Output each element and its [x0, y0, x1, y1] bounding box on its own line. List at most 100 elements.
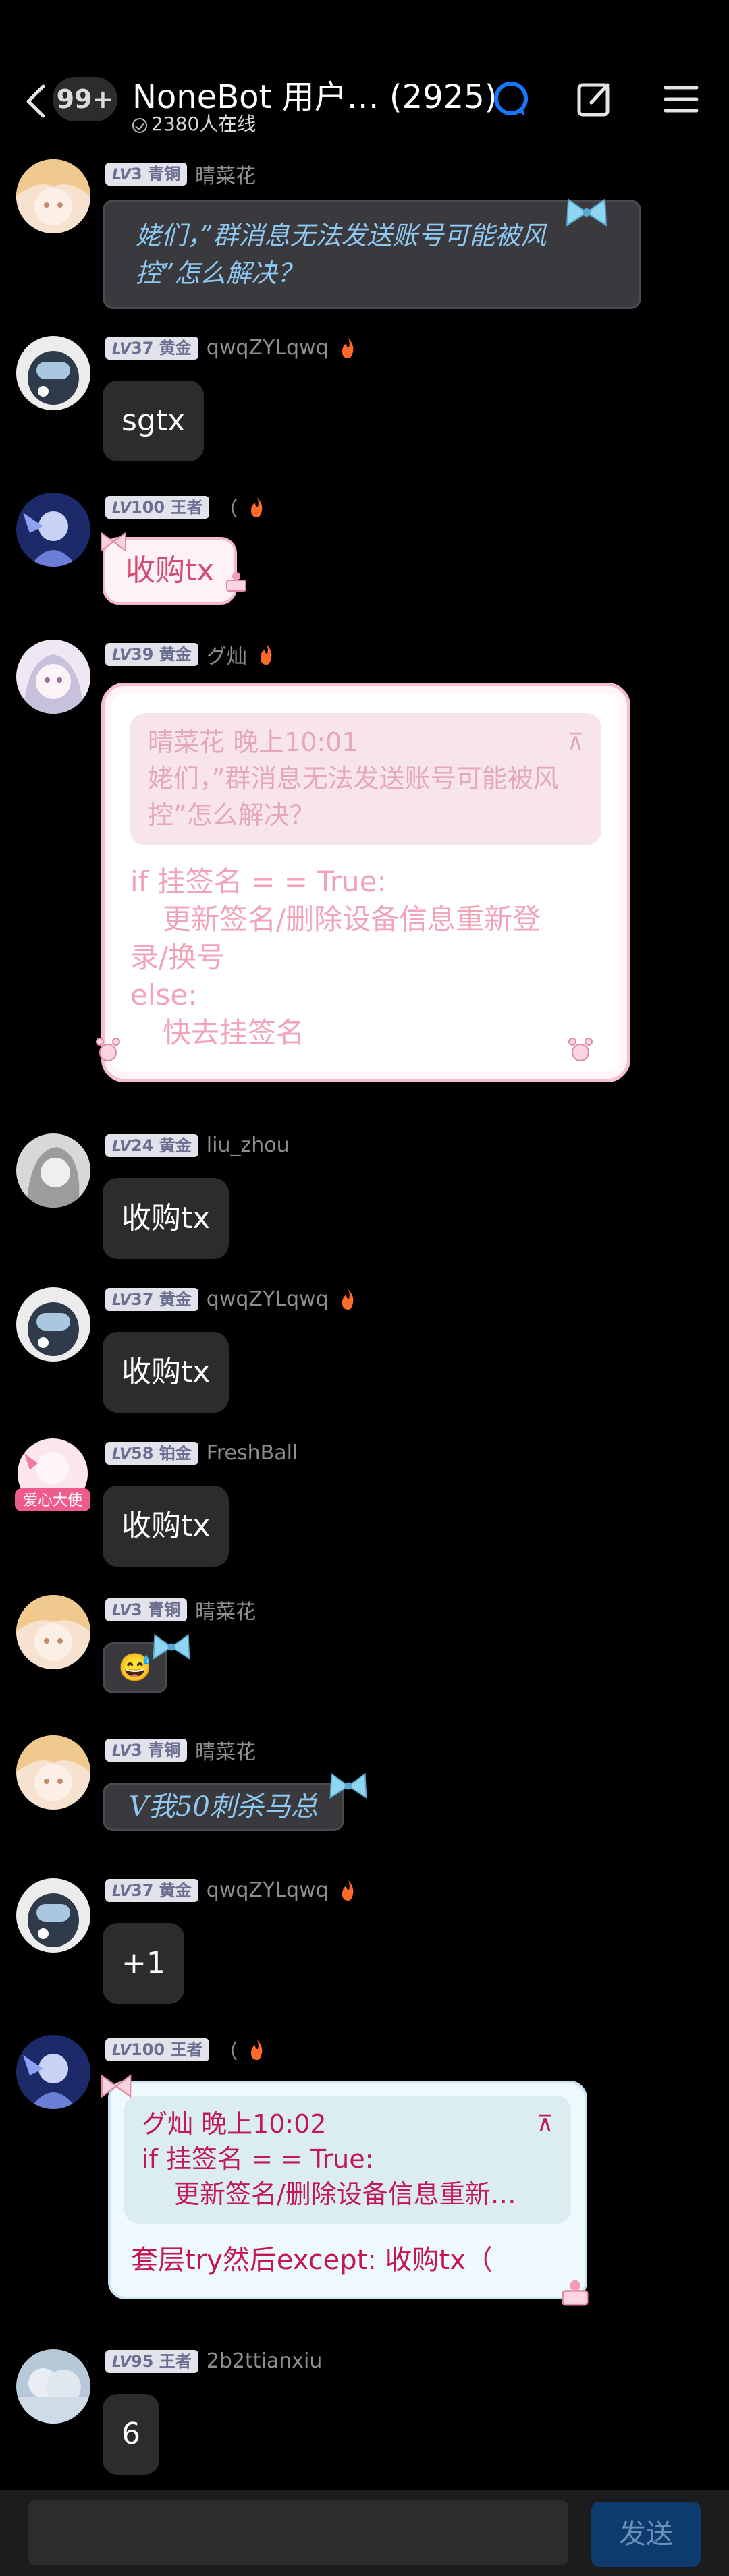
paw-icon [96, 1038, 120, 1061]
sender-name[interactable]: 晴菜花 [195, 1595, 256, 1625]
cake-icon [562, 2280, 589, 2306]
fire-icon [251, 2040, 263, 2060]
message-bubble[interactable]: 晴菜花 晚上10:01 ⊼ 姥们，”群消息无法发送账号可能被风控”怎么解决？ if… [101, 683, 630, 1082]
message-bubble[interactable]: 收购tx [103, 1332, 230, 1413]
avatar[interactable] [16, 2035, 90, 2109]
quote-line: 更新签名/删除设备信息重新… [174, 2179, 516, 2209]
message-bubble[interactable]: 6 [103, 2394, 159, 2475]
sender-meta: LV95 王者 2b2ttianxiu [105, 2349, 322, 2374]
message-text: 收购tx [122, 1201, 211, 1235]
message-text: 6 [122, 2417, 140, 2451]
message-bubble[interactable]: 收购tx [103, 1486, 230, 1567]
level-badge: LV24 黄金 [105, 1133, 198, 1157]
channel-bubble-icon[interactable] [487, 76, 535, 123]
sender-meta: LV37 黄金 qwqZYLqwq [105, 336, 358, 360]
sender-name[interactable]: グ灿 [207, 640, 247, 669]
sender-meta: LV100 王者 （ [105, 2035, 267, 2064]
level-badge: LV37 黄金 [105, 1878, 198, 1902]
bow-icon [153, 1633, 190, 1660]
message-text: 姥们，”群消息无法发送账号可能被风控”怎么解决？ [136, 221, 547, 288]
level-badge: LV39 黄金 [105, 643, 198, 666]
message-bubble[interactable]: +1 [103, 1923, 184, 2004]
fire-icon [260, 644, 272, 665]
level-badge: LV3 青铜 [105, 163, 188, 186]
edit-icon[interactable] [571, 76, 618, 123]
sender-meta: LV58 铂金 FreshBall [105, 1441, 298, 1465]
paw-icon [568, 1038, 593, 1061]
sender-name[interactable]: 晴菜花 [195, 1735, 256, 1765]
fire-icon [251, 497, 263, 517]
message-input[interactable] [28, 2500, 568, 2565]
sender-name[interactable]: qwqZYLqwq [207, 336, 329, 360]
sender-name[interactable]: 晴菜花 [195, 159, 256, 189]
message-text: 套层try然后except: 收购tx（ [131, 2245, 493, 2276]
avatar[interactable]: 爱心大使 [15, 1438, 90, 1515]
avatar[interactable] [16, 336, 90, 410]
sender-name[interactable]: 2b2ttianxiu [207, 2349, 323, 2373]
level-badge: LV37 黄金 [105, 336, 198, 360]
avatar-badge-text: 爱心大使 [23, 1492, 82, 1509]
bow-icon [329, 1772, 367, 1799]
avatar[interactable] [16, 1287, 90, 1362]
message-bubble[interactable]: 姥们，”群消息无法发送账号可能被风控”怎么解决？ [103, 200, 641, 309]
sender-meta: LV37 黄金 qwqZYLqwq [105, 1878, 358, 1903]
message-text: if 挂签名 = = True: 更新签名/删除设备信息重新登 录/换号 els… [130, 865, 541, 1049]
message-text: 收购tx [126, 553, 215, 588]
quoted-message[interactable]: グ灿 晚上10:02 ⊼ if 挂签名 = = True: 更新签名/删除设备信息… [124, 2096, 571, 2224]
avatar[interactable] [16, 1878, 90, 1953]
sender-meta: LV24 黄金 liu_zhou [105, 1133, 290, 1158]
level-badge: LV3 青铜 [105, 1598, 188, 1621]
sender-meta: LV3 青铜 晴菜花 [105, 1595, 256, 1624]
sender-name[interactable]: qwqZYLqwq [207, 1287, 329, 1311]
avatar[interactable] [16, 640, 90, 714]
level-badge: LV58 铂金 [105, 1441, 198, 1465]
pin-icon: ⊼ [567, 729, 584, 756]
back-chevron-icon[interactable] [18, 80, 55, 123]
quoted-message[interactable]: 晴菜花 晚上10:01 ⊼ 姥们，”群消息无法发送账号可能被风控”怎么解决？ [130, 713, 601, 845]
quote-text: 姥们，”群消息无法发送账号可能被风控”怎么解决？ [148, 764, 559, 830]
sender-meta: LV3 青铜 晴菜花 [105, 1735, 256, 1764]
avatar[interactable] [16, 159, 90, 233]
message-text: 收购tx [122, 1509, 211, 1543]
sender-name[interactable]: qwqZYLqwq [207, 1878, 329, 1902]
bow-icon [101, 2074, 132, 2098]
sender-name[interactable]: （ [217, 2035, 238, 2065]
bow-icon [101, 532, 126, 552]
menu-icon[interactable] [657, 76, 705, 123]
message-bubble[interactable]: 收购tx [103, 1178, 230, 1259]
level-badge: LV100 王者 [105, 496, 210, 519]
sender-name[interactable]: liu_zhou [207, 1133, 290, 1157]
online-count: 2380人在线 [151, 113, 256, 135]
fire-icon [342, 1289, 353, 1310]
sender-meta: LV100 王者 （ [105, 493, 267, 522]
avatar[interactable] [16, 2349, 90, 2424]
avatar[interactable] [16, 1735, 90, 1810]
message-bubble[interactable]: グ灿 晚上10:02 ⊼ if 挂签名 = = True: 更新签名/删除设备信息… [108, 2081, 587, 2299]
quote-author: グ灿 晚上10:02 [142, 2109, 327, 2139]
sender-name[interactable]: （ [217, 493, 238, 522]
message-bubble[interactable]: V我50刺杀马总 [103, 1783, 344, 1831]
level-badge: LV37 黄金 [105, 1287, 198, 1311]
online-check-icon [132, 118, 147, 133]
message-bubble[interactable]: sgtx [103, 381, 205, 461]
message-text: 😅 [118, 1652, 152, 1683]
pin-icon: ⊼ [537, 2110, 554, 2137]
sender-name[interactable]: FreshBall [207, 1441, 298, 1465]
quote-author: 晴菜花 晚上10:01 [148, 727, 358, 757]
fire-icon [342, 1880, 353, 1901]
send-button[interactable]: 发送 [591, 2502, 701, 2567]
avatar[interactable] [16, 493, 90, 567]
avatar[interactable] [16, 1595, 90, 1669]
sender-meta: LV37 黄金 qwqZYLqwq [105, 1287, 358, 1312]
message-text: sgtx [122, 403, 186, 438]
fire-icon [342, 337, 353, 358]
quote-line: if 挂签名 = = True: [142, 2144, 374, 2174]
message-text: V我50刺杀马总 [129, 1791, 318, 1822]
cake-icon [226, 572, 246, 592]
avatar[interactable] [16, 1133, 90, 1208]
message-text: +1 [122, 1946, 165, 1980]
bow-icon [566, 198, 608, 227]
unread-count-badge[interactable]: 99+ [53, 77, 117, 121]
level-badge: LV100 王者 [105, 2038, 210, 2061]
message-text: 收购tx [122, 1355, 211, 1389]
